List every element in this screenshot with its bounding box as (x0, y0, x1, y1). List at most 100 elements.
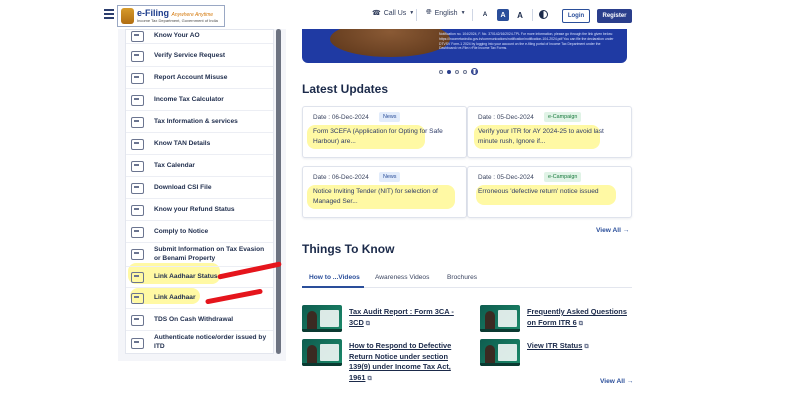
sidebar-item-comply-to-notice[interactable]: Comply to Notice (126, 222, 273, 243)
login-button[interactable]: Login (562, 9, 590, 23)
sidebar-item-label: Know Your AO (154, 32, 200, 40)
font-decrease-button[interactable]: A (479, 9, 491, 21)
calendar-icon (131, 160, 144, 172)
language-label: English (434, 9, 458, 17)
id-card-icon (131, 31, 144, 42)
sidebar-item-refund-status[interactable]: Know your Refund Status (126, 200, 273, 221)
update-date: Date : 06-Dec-2024 (313, 174, 369, 181)
active-tab-indicator (302, 286, 364, 288)
header-divider (472, 9, 473, 21)
notice-icon (131, 226, 144, 238)
carousel-dot[interactable] (439, 69, 443, 74)
sidebar-item-tax-information[interactable]: Tax Information & services (126, 112, 273, 133)
carousel-indicators: ❚❚ (439, 68, 478, 75)
sidebar-item-label: Link Aadhaar (154, 293, 196, 301)
sidebar-item-download-csi-file[interactable]: Download CSI File (126, 178, 273, 199)
font-default-button[interactable]: A (497, 9, 509, 21)
video-title-link[interactable]: How to Respond to Defective Return Notic… (349, 341, 453, 384)
efiling-logo[interactable]: e-Filing Anywhere Anytime Income Tax Dep… (117, 5, 225, 27)
tab-brochures[interactable]: Brochures (447, 274, 477, 281)
update-card[interactable]: Date : 05-Dec-2024 e-Campaign Erroneous … (467, 166, 632, 218)
external-link-icon: ⧉ (365, 320, 371, 327)
refund-icon (131, 204, 144, 216)
video-title-link[interactable]: View ITR Status ⧉ (527, 341, 635, 352)
carousel-dot[interactable] (455, 69, 459, 74)
sidebar-scrollbar-thumb[interactable] (276, 29, 281, 354)
language-selector[interactable]: 🌐︎ English ▼ (426, 9, 466, 17)
chevron-down-icon: ▼ (409, 10, 415, 16)
sidebar-item-report-account-misuse[interactable]: Report Account Misuse (126, 68, 273, 89)
sidebar-scrollbar[interactable] (276, 29, 281, 354)
sidebar-item-label: Link Aadhaar Status (154, 272, 218, 280)
link-icon (131, 271, 144, 283)
video-title: Frequently Asked Questions on Form ITR 6 (527, 307, 627, 327)
sidebar-item-tax-calendar[interactable]: Tax Calendar (126, 156, 273, 177)
latest-updates-title: Latest Updates (302, 82, 389, 96)
carousel-dot-active[interactable] (447, 69, 451, 74)
update-card[interactable]: Date : 06-Dec-2024 News Notice Inviting … (302, 166, 467, 218)
calculator-icon (131, 94, 144, 106)
contrast-toggle-icon[interactable] (539, 10, 548, 19)
view-all-label: View All (600, 378, 625, 385)
sidebar-item-label: Verify Service Request (154, 51, 226, 59)
campaign-badge: e-Campaign (544, 112, 582, 122)
video-thumbnail[interactable] (302, 305, 342, 332)
register-button[interactable]: Register (597, 9, 632, 23)
campaign-badge: e-Campaign (544, 172, 582, 182)
sidebar-item-label: Know TAN Details (154, 139, 211, 147)
sidebar-item-know-tan-details[interactable]: Know TAN Details (126, 134, 273, 155)
header-divider (416, 9, 417, 21)
tab-how-to-videos[interactable]: How to ...Videos (309, 274, 360, 281)
logo-subtitle: Income Tax Department, Government of Ind… (137, 18, 218, 23)
video-title: View ITR Status (527, 341, 583, 350)
video-thumbnail[interactable] (480, 305, 520, 332)
sidebar-item-label: Know your Refund Status (154, 205, 235, 213)
video-thumbnail[interactable] (480, 339, 520, 366)
tab-awareness-videos[interactable]: Awareness Videos (375, 274, 429, 281)
font-increase-button[interactable]: A (514, 9, 526, 21)
video-title: Tax Audit Report : Form 3CA - 3CD (349, 307, 454, 327)
document-icon (131, 138, 144, 150)
call-us-menu[interactable]: ☎ Call Us ▼ (372, 9, 415, 18)
sidebar-item-verify-service-request[interactable]: Verify Service Request (126, 46, 273, 67)
external-link-icon: ⧉ (367, 376, 372, 383)
sidebar-item-authenticate-notice[interactable]: Authenticate notice/order issued by ITD (126, 331, 273, 355)
sidebar-item-label: Authenticate notice/order issued by ITD (154, 334, 267, 350)
call-us-label: Call Us (383, 9, 407, 17)
sidebar-item-tax-evasion[interactable]: Submit Information on Tax Evasion or Ben… (126, 243, 273, 267)
sidebar-item-know-your-ao[interactable]: Know Your AO (126, 30, 273, 44)
chevron-down-icon: ▼ (460, 10, 466, 16)
sidebar-item-label: Download CSI File (154, 183, 212, 191)
download-icon (131, 182, 144, 194)
verify-icon (131, 50, 144, 62)
update-date: Date : 05-Dec-2024 (478, 174, 534, 181)
things-to-know-title: Things To Know (302, 242, 395, 256)
update-date: Date : 06-Dec-2024 (313, 114, 369, 121)
external-link-icon: ⧉ (578, 320, 583, 327)
carousel-dot[interactable] (463, 69, 467, 74)
announcement-banner[interactable]: Notification no. 104/2024, F. No. 370142… (302, 29, 627, 63)
video-thumbnail[interactable] (302, 339, 342, 366)
latest-updates-view-all-link[interactable]: View All → (596, 227, 629, 234)
video-title: How to Respond to Defective Return Notic… (349, 341, 452, 383)
video-title-link[interactable]: Frequently Asked Questions on Form ITR 6… (527, 307, 635, 328)
report-icon (131, 72, 144, 84)
quick-links-sidebar: Know Your AO Verify Service Request Repo… (118, 29, 286, 361)
things-to-know-view-all-link[interactable]: View All → (600, 378, 633, 385)
phone-icon: ☎ (372, 10, 381, 17)
update-text: Form 3CEFA (Application for Opting for S… (313, 128, 443, 146)
menu-icon[interactable] (104, 9, 114, 19)
update-card[interactable]: Date : 06-Dec-2024 News Form 3CEFA (Appl… (302, 106, 467, 158)
video-title-link[interactable]: Tax Audit Report : Form 3CA - 3CD ⧉ (349, 307, 459, 328)
sidebar-item-label: Submit Information on Tax Evasion or Ben… (154, 245, 265, 262)
arrow-right-icon: → (622, 227, 630, 234)
sidebar-item-tds-cash-withdrawal[interactable]: TDS On Cash Withdrawal (126, 310, 273, 331)
info-icon (131, 116, 144, 128)
sidebar-item-label: TDS On Cash Withdrawal (154, 315, 234, 323)
authenticate-icon (131, 337, 144, 349)
arrow-right-icon: → (626, 378, 634, 385)
sidebar-item-label: Report Account Misuse (154, 73, 228, 81)
pause-icon[interactable]: ❚❚ (471, 68, 478, 75)
update-card[interactable]: Date : 05-Dec-2024 e-Campaign Verify you… (467, 106, 632, 158)
sidebar-item-income-tax-calculator[interactable]: Income Tax Calculator (126, 90, 273, 111)
